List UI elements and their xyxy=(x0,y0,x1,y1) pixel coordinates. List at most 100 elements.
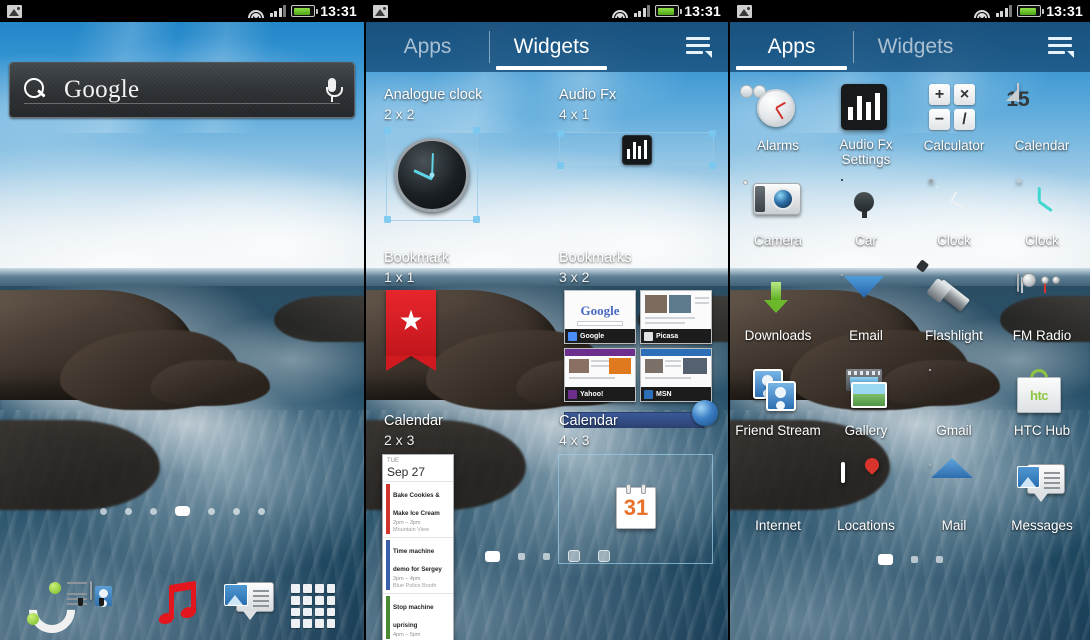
widget-name: Bookmarks xyxy=(559,250,632,266)
app-label: Gmail xyxy=(936,423,972,438)
page-dot[interactable] xyxy=(597,550,610,562)
widgets-page-indicator xyxy=(366,550,728,562)
tab-apps[interactable]: Apps xyxy=(366,22,489,72)
status-bar-right: 13:31 xyxy=(248,3,357,19)
page-dot[interactable] xyxy=(910,556,918,563)
app-label: Calendar xyxy=(1014,138,1070,153)
equalizer-icon xyxy=(841,84,887,130)
signal-icon xyxy=(269,5,287,17)
bookmark-title: MSN xyxy=(656,390,672,398)
event-title: Stop machine uprising xyxy=(393,604,434,629)
app-item-mail[interactable]: Mail xyxy=(910,456,998,547)
page-dot-active[interactable] xyxy=(174,506,190,516)
calc-key-divide: / xyxy=(954,109,975,130)
app-item-camera[interactable]: Camera xyxy=(734,171,822,262)
calendar-widget-preview[interactable]: TUE Sep 27 Bake Cookies & Make Ice Cream… xyxy=(382,454,454,640)
search-icon xyxy=(24,78,48,102)
widget-entry-audio-fx[interactable]: Audio Fx 4 x 1 xyxy=(559,86,616,124)
page-dot[interactable] xyxy=(99,507,107,515)
app-item-friend-stream[interactable]: Friend Stream xyxy=(734,361,822,452)
bookmark-thumb-yahoo: Yahoo! xyxy=(564,348,636,402)
app-item-locations[interactable]: Locations xyxy=(822,455,910,547)
google-search-widget[interactable]: Google xyxy=(9,62,355,118)
app-item-clock-teal[interactable]: Clock xyxy=(998,171,1086,262)
contacts-icon xyxy=(66,581,112,606)
app-item-internet[interactable]: Internet xyxy=(734,456,822,547)
tab-widgets[interactable]: Widgets xyxy=(854,22,977,72)
dock-item-music[interactable] xyxy=(157,580,207,632)
widget-preview-frame-audio-fx[interactable] xyxy=(557,130,716,169)
app-item-audio-fx-settings[interactable]: Audio Fx Settings xyxy=(822,76,910,167)
event-location: Mountain View xyxy=(393,527,429,533)
app-label: FM Radio xyxy=(1012,328,1072,343)
widget-entry-calendar-4x3[interactable]: Calendar 4 x 3 xyxy=(559,412,618,450)
app-label: Clock xyxy=(1025,233,1059,248)
app-item-calculator[interactable]: + × − / Calculator xyxy=(910,76,998,167)
app-label: Friend Stream xyxy=(735,423,821,438)
app-item-flashlight[interactable]: Flashlight xyxy=(910,259,998,357)
page-dot[interactable] xyxy=(149,507,157,515)
status-bar: 13:31 xyxy=(366,0,728,22)
htc-hub-text: htc xyxy=(1030,387,1049,403)
home-page-indicator xyxy=(0,506,364,516)
event-title: Bake Cookies & Make Ice Cream xyxy=(393,492,440,517)
tab-apps-label: Apps xyxy=(403,35,452,58)
page-dot[interactable] xyxy=(257,507,265,515)
widget-name: Audio Fx xyxy=(559,87,617,103)
app-item-messages[interactable]: Messages xyxy=(998,456,1086,547)
widget-preview-frame-analogue-clock[interactable] xyxy=(384,127,480,223)
dock-item-people[interactable] xyxy=(66,581,140,632)
bookmarks-preview-grid[interactable]: Google Google Picasa Yahoo! MSN xyxy=(564,290,712,402)
dock-item-phone[interactable] xyxy=(23,582,73,632)
menu-list-icon[interactable] xyxy=(686,36,712,58)
app-item-downloads[interactable]: Downloads xyxy=(734,266,822,357)
app-label: Gallery xyxy=(844,423,888,438)
page-dot[interactable] xyxy=(517,552,525,560)
app-item-car[interactable]: Car xyxy=(822,171,910,262)
app-label: Car xyxy=(855,233,877,248)
calendar-event: Time machine demo for Sergey 3pm – 4pm B… xyxy=(383,537,453,593)
microphone-icon[interactable] xyxy=(324,76,343,104)
widget-entry-bookmarks[interactable]: Bookmarks 3 x 2 xyxy=(559,249,632,287)
dock-item-messages[interactable] xyxy=(224,582,275,632)
widget-name: Analogue clock xyxy=(384,87,483,103)
calendar-event: Bake Cookies & Make Ice Cream 2pm – 3pm … xyxy=(383,481,453,537)
app-item-clock-dark[interactable]: Clock xyxy=(910,171,998,262)
app-label: Flashlight xyxy=(925,328,983,343)
wallpaper-rock xyxy=(274,296,364,342)
page-dot-active[interactable] xyxy=(877,554,893,565)
widget-preview-frame-calendar-4x3[interactable]: 31 xyxy=(558,454,713,564)
tab-widgets[interactable]: Widgets xyxy=(490,22,613,72)
app-item-email[interactable]: Email xyxy=(822,266,910,357)
app-item-alarms[interactable]: Alarms xyxy=(734,76,822,167)
page-dot[interactable] xyxy=(935,556,943,563)
widget-size: 4 x 1 xyxy=(559,106,590,122)
dock-item-all-apps[interactable] xyxy=(291,582,341,632)
event-time: 4pm – 5pm xyxy=(393,632,421,638)
equalizer-icon xyxy=(622,135,652,165)
tab-bar: Apps Widgets xyxy=(730,22,1090,72)
page-dot[interactable] xyxy=(124,507,132,515)
tab-apps[interactable]: Apps xyxy=(730,22,853,72)
app-item-gallery[interactable]: Gallery xyxy=(822,361,910,452)
status-bar-clock: 13:31 xyxy=(320,3,357,19)
page-dot[interactable] xyxy=(232,507,240,515)
app-item-htc-hub[interactable]: htc HTC Hub xyxy=(998,361,1086,452)
page-dot[interactable] xyxy=(542,552,550,560)
widget-preview-bookmark[interactable]: ★ xyxy=(386,290,436,371)
photo-icon xyxy=(373,4,388,18)
app-item-calendar[interactable]: 15 Calendar xyxy=(998,76,1086,167)
menu-list-icon[interactable] xyxy=(1048,36,1074,58)
page-dot[interactable] xyxy=(567,550,580,562)
home-screen-panel: 13:31 Google xyxy=(0,0,364,640)
widget-entry-analogue-clock[interactable]: Analogue clock 2 x 2 xyxy=(384,86,482,124)
analogue-clock-preview xyxy=(395,138,469,212)
calculator-icon: + × − / xyxy=(929,84,975,130)
widget-entry-calendar-2x3[interactable]: Calendar 2 x 3 xyxy=(384,412,443,450)
page-dot[interactable] xyxy=(207,507,215,515)
page-dot-active[interactable] xyxy=(484,550,500,562)
app-item-fm-radio[interactable]: FM FM Radio xyxy=(998,266,1086,357)
widget-size: 3 x 2 xyxy=(559,269,590,285)
widget-entry-bookmark[interactable]: Bookmark 1 x 1 xyxy=(384,249,449,287)
app-item-gmail[interactable]: Gmail xyxy=(910,361,998,452)
